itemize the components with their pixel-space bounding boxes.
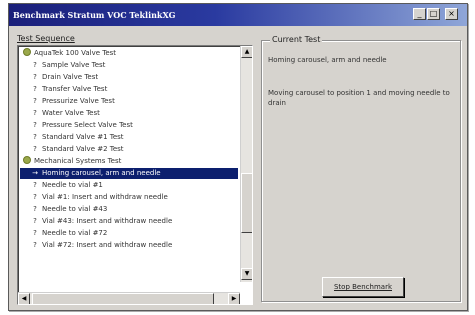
- tree-item-label: Transfer Valve Test: [42, 85, 108, 93]
- scroll-up-button[interactable]: ▲: [241, 46, 252, 58]
- green-dot-icon: [23, 156, 31, 164]
- tree-item-label: Vial #1: Insert and withdraw needle: [42, 193, 168, 201]
- pending-question-icon: ?: [33, 145, 37, 153]
- tree-test-item[interactable]: ? Sample Valve Test: [20, 60, 238, 71]
- tree-item-label: Needle to vial #1: [42, 181, 103, 189]
- window-title: Benchmark Stratum VOC TeklinkXG: [13, 10, 176, 20]
- tree-test-item[interactable]: → Homing carousel, arm and needle: [20, 168, 238, 179]
- tree-test-item[interactable]: ? Transfer Valve Test: [20, 84, 238, 95]
- horizontal-scrollbar[interactable]: ◀ ▶: [18, 292, 240, 304]
- test-sequence-label: Test Sequence: [17, 34, 75, 43]
- stop-benchmark-button[interactable]: Stop Benchmark: [322, 277, 404, 297]
- pending-question-icon: ?: [33, 85, 37, 93]
- pending-question-icon: ?: [33, 229, 37, 237]
- tree-item-label: Vial #43: Insert and withdraw needle: [42, 217, 173, 225]
- tree-test-item[interactable]: ? Needle to vial #72: [20, 228, 238, 239]
- scroll-right-button[interactable]: ▶: [228, 293, 240, 304]
- pending-question-icon: ?: [33, 97, 37, 105]
- vertical-scrollbar[interactable]: ▲ ▼: [240, 46, 252, 282]
- tree-item-label: AquaTek 100 Valve Test: [34, 49, 117, 57]
- tree-test-item[interactable]: ? Vial #72: Insert and withdraw needle: [20, 240, 238, 251]
- pending-question-icon: ?: [33, 217, 37, 225]
- tree-item-label: Water Valve Test: [42, 109, 100, 117]
- tree-item-label: Mechanical Systems Test: [34, 157, 122, 165]
- current-test-status: Moving carousel to position 1 and moving…: [268, 89, 450, 107]
- current-test-name: Homing carousel, arm and needle: [268, 56, 387, 64]
- running-arrow-icon: →: [32, 169, 38, 177]
- tree-group-item[interactable]: AquaTek 100 Valve Test: [20, 48, 238, 59]
- horizontal-scroll-thumb[interactable]: [32, 293, 214, 304]
- tree-test-item[interactable]: ? Pressure Select Valve Test: [20, 120, 238, 131]
- tree-item-label: Standard Valve #1 Test: [42, 133, 124, 141]
- scroll-down-button[interactable]: ▼: [241, 268, 252, 280]
- tree-test-item[interactable]: ? Vial #1: Insert and withdraw needle: [20, 192, 238, 203]
- pending-question-icon: ?: [33, 193, 37, 201]
- group-status-icon: [20, 48, 34, 59]
- tree-test-item[interactable]: ? Standard Valve #1 Test: [20, 132, 238, 143]
- vertical-scroll-thumb[interactable]: [241, 173, 252, 233]
- tree-test-item[interactable]: ? Drain Valve Test: [20, 72, 238, 83]
- tree-test-item[interactable]: ? Needle to vial #43: [20, 204, 238, 215]
- current-test-group: Current Test Homing carousel, arm and ne…: [261, 35, 461, 302]
- tree-test-item[interactable]: ? Water Valve Test: [20, 108, 238, 119]
- pending-question-icon: ?: [33, 181, 37, 189]
- current-test-label: Current Test: [270, 35, 323, 44]
- close-button[interactable]: ×: [445, 8, 458, 20]
- tree-test-item[interactable]: ? Vial #43: Insert and withdraw needle: [20, 216, 238, 227]
- pending-question-icon: ?: [33, 73, 37, 81]
- pending-question-icon: ?: [33, 61, 37, 69]
- pending-question-icon: ?: [33, 205, 37, 213]
- pending-question-icon: ?: [33, 121, 37, 129]
- tree-item-label: Vial #72: Insert and withdraw needle: [42, 241, 173, 249]
- group-status-icon: [20, 156, 34, 167]
- tree-item-label: Sample Valve Test: [42, 61, 106, 69]
- tree-item-label: Standard Valve #2 Test: [42, 145, 124, 153]
- tree-item-label: Needle to vial #72: [42, 229, 108, 237]
- tree-item-label: Homing carousel, arm and needle: [42, 169, 161, 177]
- pending-question-icon: ?: [33, 109, 37, 117]
- tree-item-label: Pressurize Valve Test: [42, 97, 115, 105]
- tree-item-label: Drain Valve Test: [42, 73, 99, 81]
- tree-test-item[interactable]: ? Needle to vial #1: [20, 180, 238, 191]
- minimize-button[interactable]: _: [413, 8, 426, 20]
- tree-item-label: Pressure Select Valve Test: [42, 121, 133, 129]
- tree-test-item[interactable]: ? Standard Valve #2 Test: [20, 144, 238, 155]
- title-bar[interactable]: Benchmark Stratum VOC TeklinkXG _ □ ×: [9, 4, 467, 26]
- pending-question-icon: ?: [33, 133, 37, 141]
- scroll-left-button[interactable]: ◀: [18, 293, 30, 304]
- tree-item-label: Needle to vial #43: [42, 205, 108, 213]
- maximize-button[interactable]: □: [427, 8, 440, 20]
- pending-question-icon: ?: [33, 241, 37, 249]
- app-window: Benchmark Stratum VOC TeklinkXG _ □ × Te…: [8, 3, 468, 311]
- test-sequence-tree[interactable]: AquaTek 100 Valve Test? Sample Valve Test…: [17, 45, 253, 305]
- tree-test-item[interactable]: ? Pressurize Valve Test: [20, 96, 238, 107]
- tree-group-item[interactable]: Mechanical Systems Test: [20, 156, 238, 167]
- green-dot-icon: [23, 48, 31, 56]
